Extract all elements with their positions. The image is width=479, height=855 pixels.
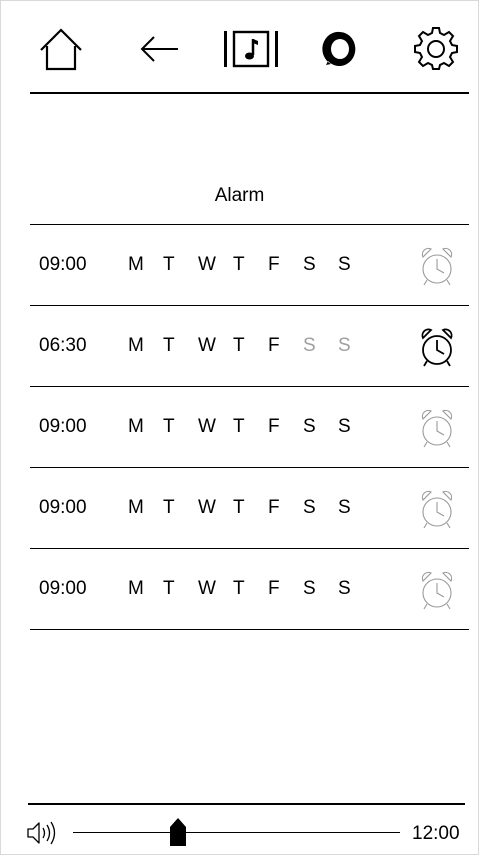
day-label[interactable]: T [163,254,198,276]
day-label[interactable]: T [163,578,198,600]
day-label[interactable]: T [163,416,198,438]
alexa-icon[interactable] [320,24,360,74]
volume-slider-thumb[interactable] [169,817,187,847]
alarm-list: 09:00 M T W T F S S 06:30 M T W T F S S … [30,224,469,630]
day-label[interactable]: S [303,497,338,519]
alarm-time[interactable]: 09:00 [39,497,87,519]
day-label[interactable]: M [128,416,163,438]
alarm-days: M T W T F S S [128,335,373,357]
day-label[interactable]: S [303,416,338,438]
day-label[interactable]: T [163,497,198,519]
alarm-clock-icon[interactable] [417,569,457,613]
day-label[interactable]: S [338,254,373,276]
speaker-icon[interactable] [25,818,65,848]
alarm-clock-icon[interactable] [417,488,457,532]
alarm-time[interactable]: 09:00 [39,254,87,276]
day-label[interactable]: W [198,578,233,600]
day-label[interactable]: M [128,335,163,357]
day-label[interactable]: W [198,416,233,438]
day-label[interactable]: F [268,416,303,438]
alarm-time[interactable]: 09:00 [39,416,87,438]
day-label[interactable]: S [338,335,373,357]
alarm-time[interactable]: 09:00 [39,578,87,600]
volume-slider-track [73,832,400,833]
music-library-icon[interactable] [223,24,279,74]
day-label[interactable]: W [198,497,233,519]
toolbar-divider [30,92,469,94]
day-label[interactable]: F [268,335,303,357]
day-label[interactable]: S [303,578,338,600]
back-arrow-icon[interactable] [134,24,184,74]
day-label[interactable]: T [233,416,268,438]
alarm-clock-icon[interactable] [417,407,457,451]
day-label[interactable]: M [128,254,163,276]
alarm-row[interactable]: 09:00 M T W T F S S [30,467,469,548]
day-label[interactable]: F [268,578,303,600]
day-label[interactable]: W [198,254,233,276]
footer-divider [28,803,465,805]
page-title: Alarm [214,185,265,206]
home-icon[interactable] [36,24,86,74]
alarm-row[interactable]: 06:30 M T W T F S S [30,305,469,386]
day-label[interactable]: F [268,254,303,276]
alarm-days: M T W T F S S [128,497,373,519]
day-label[interactable]: S [338,416,373,438]
alarm-days: M T W T F S S [128,416,373,438]
day-label[interactable]: S [303,254,338,276]
volume-slider[interactable] [73,817,400,847]
day-label[interactable]: T [233,254,268,276]
alarm-clock-icon[interactable] [417,245,457,289]
alarm-row[interactable]: 09:00 M T W T F S S [30,548,469,630]
clock-time: 12:00 [412,823,460,844]
gear-icon[interactable] [413,24,459,74]
day-label[interactable]: T [233,578,268,600]
alarm-days: M T W T F S S [128,254,373,276]
day-label[interactable]: T [233,497,268,519]
alarm-time[interactable]: 06:30 [39,335,87,357]
day-label[interactable]: S [338,497,373,519]
day-label[interactable]: M [128,497,163,519]
alarm-clock-icon[interactable] [417,326,457,370]
top-toolbar [0,0,479,95]
day-label[interactable]: M [128,578,163,600]
day-label[interactable]: F [268,497,303,519]
day-label[interactable]: S [338,578,373,600]
alarm-row[interactable]: 09:00 M T W T F S S [30,224,469,305]
day-label[interactable]: T [233,335,268,357]
day-label[interactable]: S [303,335,338,357]
day-label[interactable]: W [198,335,233,357]
alarm-days: M T W T F S S [128,578,373,600]
alarm-row[interactable]: 09:00 M T W T F S S [30,386,469,467]
day-label[interactable]: T [163,335,198,357]
